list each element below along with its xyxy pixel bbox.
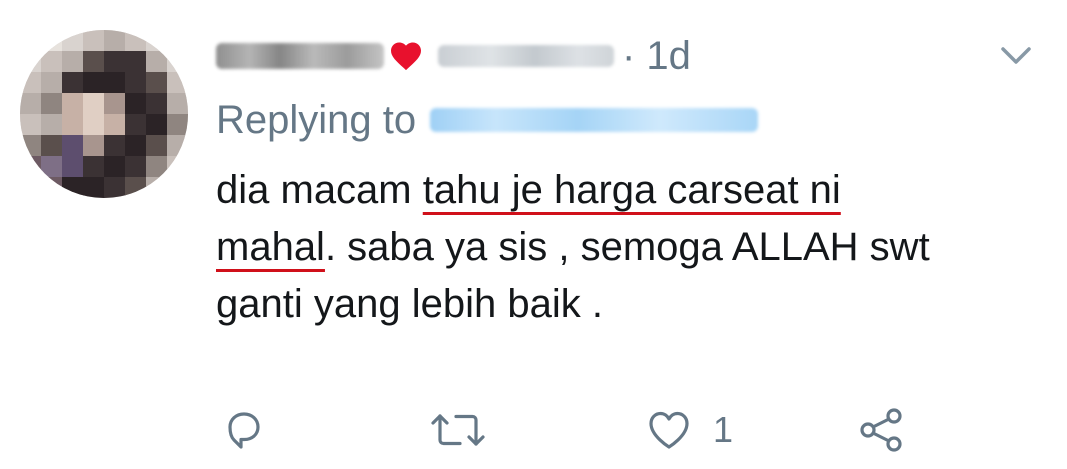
blurred-display-name[interactable] bbox=[216, 43, 384, 69]
text-segment: dia macam bbox=[216, 168, 423, 212]
tweet-actions: 1 bbox=[0, 400, 1067, 460]
blurred-handle[interactable] bbox=[438, 45, 614, 67]
tweet-text-line: dia macam tahu je harga carseat ni bbox=[216, 162, 1036, 219]
tweet-timestamp[interactable]: · 1d bbox=[622, 34, 691, 79]
tweet-text-line: mahal. saba ya sis , semoga ALLAH swt bbox=[216, 219, 1036, 276]
text-segment: ganti yang lebih baik . bbox=[216, 282, 603, 326]
like-button[interactable]: 1 bbox=[645, 406, 733, 454]
underlined-segment: mahal bbox=[216, 225, 325, 269]
share-icon bbox=[860, 408, 902, 452]
retweet-icon bbox=[431, 414, 485, 446]
replying-to: Replying to bbox=[216, 94, 759, 146]
like-count: 1 bbox=[713, 409, 734, 450]
replying-to-label: Replying to bbox=[216, 97, 417, 142]
reply-icon bbox=[228, 412, 260, 449]
retweet-button[interactable] bbox=[428, 406, 488, 454]
reply-button[interactable] bbox=[220, 406, 268, 454]
blurred-mention-link[interactable] bbox=[430, 108, 759, 132]
like-icon bbox=[649, 411, 689, 449]
avatar[interactable] bbox=[20, 30, 188, 198]
underlined-segment: tahu je harga carseat ni bbox=[422, 168, 841, 212]
tweet-text-line: ganti yang lebih baik . bbox=[216, 276, 1036, 333]
tweet-text: dia macam tahu je harga carseat ni mahal… bbox=[216, 162, 1036, 333]
heart-emoji-icon bbox=[391, 42, 421, 71]
share-button[interactable] bbox=[856, 406, 908, 454]
tweet[interactable]: · 1d Replying to dia macam tahu je harga… bbox=[0, 0, 1067, 469]
tweet-header: · 1d bbox=[216, 30, 691, 82]
text-segment: . saba ya sis , semoga ALLAH swt bbox=[324, 225, 930, 269]
chevron-down-icon[interactable] bbox=[997, 40, 1035, 70]
